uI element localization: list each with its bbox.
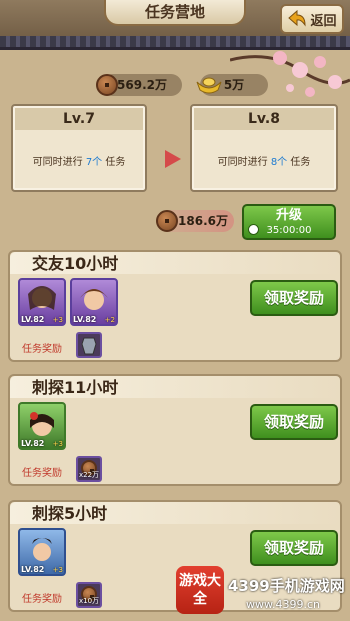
watermark-url: www.4399.cn	[246, 598, 320, 611]
current-level-desc: 可同时进行 7个 任务	[13, 153, 145, 168]
reward-quantity: x10万	[78, 597, 100, 605]
hero-level: LV.82	[21, 315, 45, 324]
gold-ingot-icon	[196, 77, 222, 94]
reward-item[interactable]	[76, 332, 102, 358]
current-task-count: 7个	[85, 157, 103, 168]
hero-portrait[interactable]: LV.82 +3	[18, 278, 66, 326]
hero-stars: +3	[52, 566, 63, 574]
next-desc-prefix: 可同时进行	[217, 157, 268, 168]
hero-portrait[interactable]: LV.82 +2	[70, 278, 118, 326]
watermark-text: 4399手机游戏网	[228, 577, 345, 595]
coin-icon	[156, 210, 178, 232]
task-card: 交友10小时 LV.82 +3 LV.82 +2 任务奖励 领取奖励	[8, 250, 342, 362]
next-level-label: Lv.8	[194, 108, 334, 130]
reward-quantity: x22万	[78, 471, 100, 479]
coin-icon	[96, 74, 118, 96]
reward-item[interactable]: x22万	[76, 456, 102, 482]
current-level-label: Lv.7	[15, 108, 143, 130]
back-label: 返回	[310, 13, 337, 29]
task-card: 刺探11小时 LV.82 +3 任务奖励 x22万 领取奖励	[8, 374, 342, 486]
hero-stars: +2	[104, 316, 115, 324]
next-level-desc: 可同时进行 8个 任务	[192, 153, 336, 168]
reward-label: 任务奖励	[22, 344, 62, 355]
claim-reward-button[interactable]: 领取奖励	[250, 404, 338, 440]
hero-stars: +3	[52, 440, 63, 448]
next-task-count: 8个	[270, 157, 288, 168]
upgrade-label: 升级	[275, 208, 302, 223]
hero-level: LV.82	[21, 439, 45, 448]
claim-reward-button[interactable]: 领取奖励	[250, 280, 338, 316]
current-desc-suffix: 任务	[105, 157, 126, 168]
upgrade-button[interactable]: 升级 35:00:00	[242, 204, 336, 240]
reward-label: 任务奖励	[22, 468, 62, 479]
reward-label: 任务奖励	[22, 594, 62, 605]
back-button[interactable]: 返回	[280, 4, 344, 34]
next-desc-suffix: 任务	[290, 157, 311, 168]
current-desc-prefix: 可同时进行	[32, 157, 83, 168]
hero-level: LV.82	[73, 315, 97, 324]
task-title: 交友10小时	[32, 254, 119, 273]
current-level-panel: Lv.7 可同时进行 7个 任务	[11, 104, 147, 192]
task-title: 刺探11小时	[32, 378, 119, 397]
hero-portrait[interactable]: LV.82 +3	[18, 402, 66, 450]
hero-stars: +3	[52, 316, 63, 324]
next-level-panel: Lv.8 可同时进行 8个 任务	[190, 104, 338, 192]
reward-item[interactable]: x10万	[76, 582, 102, 608]
hero-level: LV.82	[21, 565, 45, 574]
claim-reward-button[interactable]: 领取奖励	[250, 530, 338, 566]
watermark-badge: 游戏大全	[176, 566, 224, 614]
clock-icon	[248, 224, 259, 235]
armor-icon	[81, 337, 97, 355]
back-arrow-icon	[288, 10, 306, 27]
level-arrow-icon	[165, 150, 181, 168]
hero-portrait[interactable]: LV.82 +3	[18, 528, 66, 576]
page-title: 任务营地	[104, 0, 246, 26]
task-title: 刺探5小时	[32, 504, 108, 523]
